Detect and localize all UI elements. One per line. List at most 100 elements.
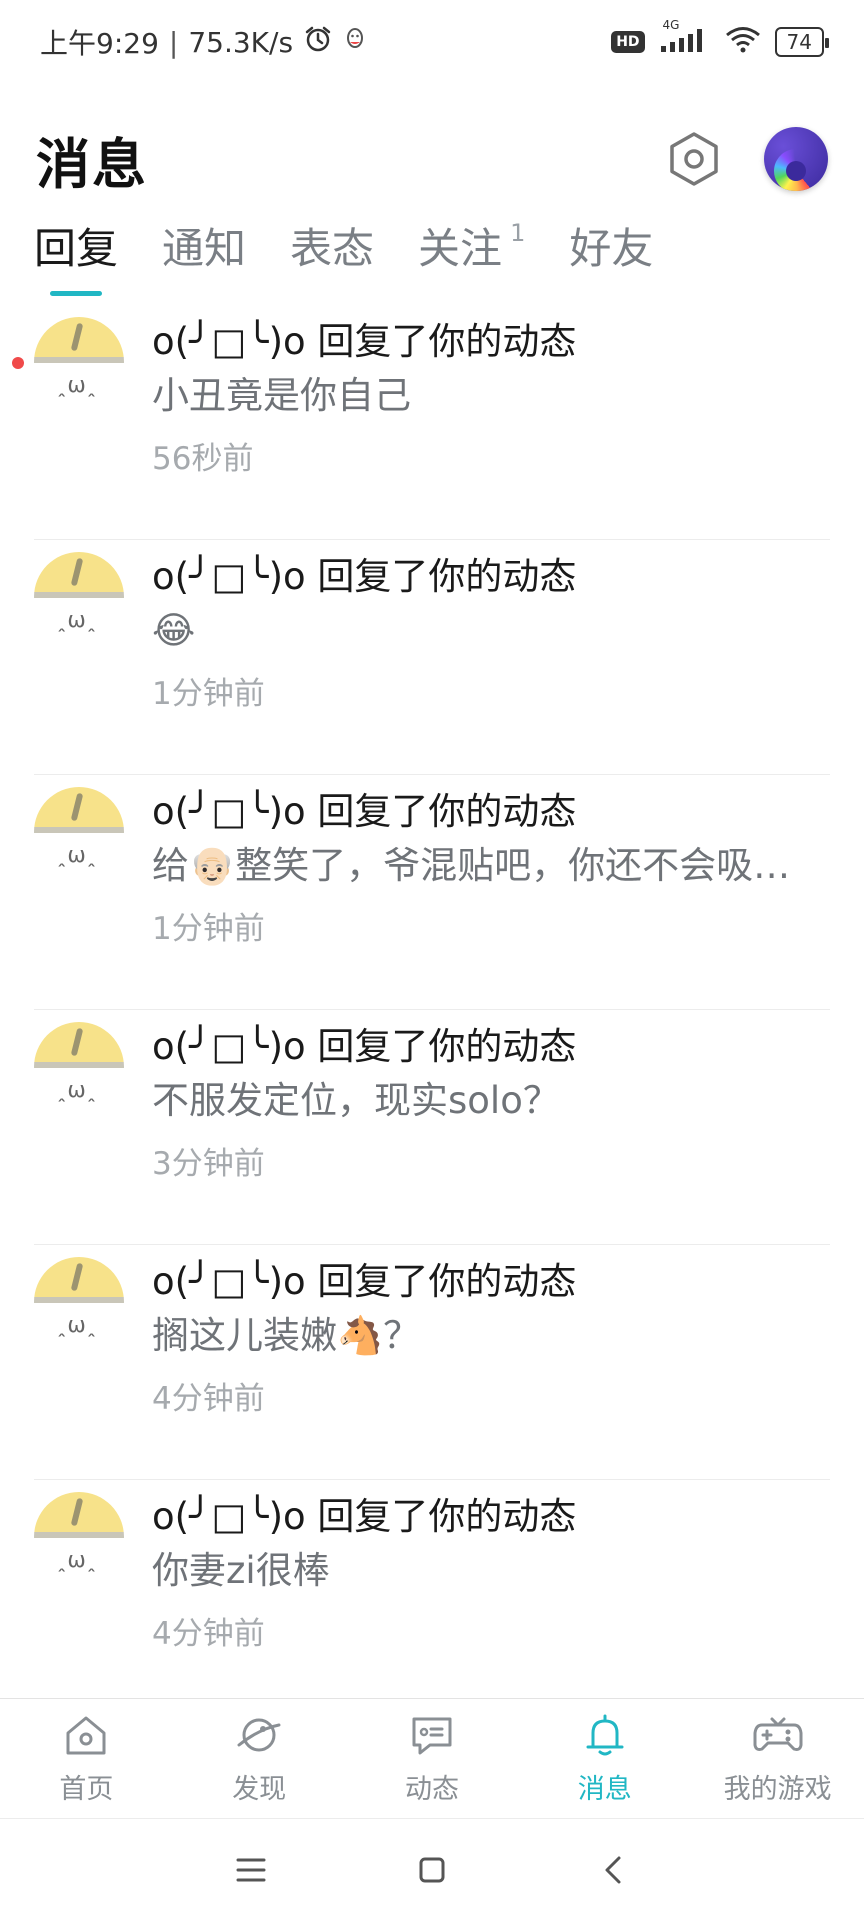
message-title: o(╯□╰)o 回复了你的动态 (152, 1495, 577, 1538)
network-type: 4G (662, 17, 680, 32)
avatar-face: ꞈωꞈ (58, 608, 98, 633)
bell-icon (586, 1714, 624, 1756)
status-right: HD 4G 74 (611, 18, 830, 61)
list-item[interactable]: ꞈωꞈ o(╯□╰)o 回复了你的动态 给👴🏻整笑了，爷混贴吧，你还不会吸… 1… (0, 775, 864, 1010)
message-body: o(╯□╰)o 回复了你的动态 你妻zi很棒 4分钟前 (152, 1480, 832, 1715)
signal-icon: 4G (659, 18, 711, 61)
tab-label: 好友 (569, 223, 654, 273)
bottom-nav: 首页 发现 动态 消息 我的游戏 (0, 1698, 864, 1818)
message-time: 1分钟前 (152, 676, 265, 712)
message-title: o(╯□╰)o 回复了你的动态 (152, 1025, 577, 1068)
message-time: 1分钟前 (152, 911, 265, 947)
message-time: 3分钟前 (152, 1146, 265, 1182)
rainbow-center (786, 161, 806, 181)
message-body: o(╯□╰)o 回复了你的动态 给👴🏻整笑了，爷混贴吧，你还不会吸… 1分钟前 (152, 775, 832, 1010)
message-content: 小丑竟是你自己 (152, 374, 411, 417)
settings-button[interactable] (664, 129, 724, 189)
nav-label: 动态 (404, 1774, 459, 1805)
message-body: o(╯□╰)o 回复了你的动态 小丑竟是你自己 56秒前 (152, 305, 832, 540)
tab-count-badge: 1 (510, 218, 526, 247)
avatar[interactable]: ꞈωꞈ (34, 787, 124, 877)
nav-discover[interactable]: 发现 (173, 1699, 346, 1818)
avatar-brim (34, 1062, 124, 1068)
message-content: 😂 (152, 609, 196, 652)
avatar-brim (34, 592, 124, 598)
list-item[interactable]: ꞈωꞈ o(╯□╰)o 回复了你的动态 搁这儿装嫩🐴？ 4分钟前 (0, 1245, 864, 1480)
wifi-icon (725, 25, 761, 60)
home-button[interactable] (408, 1846, 456, 1894)
nav-messages[interactable]: 消息 (518, 1699, 691, 1818)
avatar-cap (34, 1257, 124, 1301)
active-tab-indicator (50, 290, 102, 296)
nav-label: 发现 (232, 1774, 287, 1805)
unread-dot (12, 357, 24, 369)
list-item[interactable]: ꞈωꞈ o(╯□╰)o 回复了你的动态 不服发定位，现实solo？ 3分钟前 (0, 1010, 864, 1245)
tab-label: 通知 (162, 223, 247, 273)
avatar-face: ꞈωꞈ (58, 1078, 98, 1103)
avatar-face: ꞈωꞈ (58, 843, 98, 868)
tab-reply[interactable]: 回复 (34, 215, 119, 296)
message-list: ꞈωꞈ o(╯□╰)o 回复了你的动态 小丑竟是你自己 56秒前 ꞈωꞈ o(╯… (0, 305, 864, 1715)
tab-notice[interactable]: 通知 (162, 215, 246, 276)
nav-label: 消息 (577, 1774, 632, 1805)
message-title: o(╯□╰)o 回复了你的动态 (152, 1260, 577, 1303)
list-item[interactable]: ꞈωꞈ o(╯□╰)o 回复了你的动态 😂 1分钟前 (0, 540, 864, 775)
nav-label: 我的游戏 (723, 1774, 832, 1805)
page-title: 消息 (36, 132, 148, 196)
battery-indicator: 74 (774, 27, 830, 57)
home-icon (66, 1716, 106, 1755)
message-tabs: 回复 通知 表态 关注 1 好友 (0, 200, 864, 296)
tab-label: 关注 (418, 223, 503, 273)
avatar-face: ꞈωꞈ (58, 1548, 98, 1573)
message-content: 给👴🏻整笑了，爷混贴吧，你还不会吸… (152, 844, 791, 887)
avatar-brim (34, 1297, 124, 1303)
tab-reactions[interactable]: 表态 (290, 215, 374, 276)
message-body: o(╯□╰)o 回复了你的动态 😂 1分钟前 (152, 540, 832, 775)
tab-label: 回复 (34, 223, 119, 273)
avatar[interactable]: ꞈωꞈ (34, 1257, 124, 1347)
avatar[interactable]: ꞈωꞈ (34, 317, 124, 407)
avatar-cap (34, 552, 124, 596)
tab-friends[interactable]: 好友 (569, 215, 653, 276)
alarm-icon (303, 24, 333, 61)
avatar[interactable]: ꞈωꞈ (34, 552, 124, 642)
nav-label: 首页 (59, 1774, 114, 1805)
status-separator: | (168, 25, 179, 59)
avatar[interactable]: ꞈωꞈ (34, 1492, 124, 1582)
recents-button[interactable] (227, 1846, 275, 1894)
message-content: 不服发定位，现实solo？ (152, 1079, 560, 1122)
message-body: o(╯□╰)o 回复了你的动态 不服发定位，现实solo？ 3分钟前 (152, 1010, 832, 1245)
avatar-brim (34, 1532, 124, 1538)
list-item[interactable]: ꞈωꞈ o(╯□╰)o 回复了你的动态 小丑竟是你自己 56秒前 (0, 305, 864, 540)
message-body: o(╯□╰)o 回复了你的动态 搁这儿装嫩🐴？ 4分钟前 (152, 1245, 832, 1480)
system-nav-bar (0, 1818, 864, 1920)
tab-label: 表态 (290, 223, 375, 273)
message-content: 你妻zi很棒 (152, 1549, 330, 1592)
message-title: o(╯□╰)o 回复了你的动态 (152, 790, 577, 833)
tab-follow[interactable]: 关注 1 (418, 215, 525, 276)
message-content: 搁这儿装嫩🐴？ (152, 1314, 421, 1357)
status-left: 上午9:29 | 75.3K/s (40, 22, 367, 62)
message-title: o(╯□╰)o 回复了你的动态 (152, 320, 577, 363)
qq-icon (343, 26, 367, 59)
settings-hex-icon (670, 132, 718, 186)
user-avatar-button[interactable] (764, 127, 828, 191)
status-time: 上午9:29 (40, 27, 159, 60)
avatar-cap (34, 1022, 124, 1066)
avatar-face: ꞈωꞈ (58, 373, 98, 398)
planet-icon (237, 1718, 281, 1752)
message-time: 4分钟前 (152, 1616, 265, 1652)
avatar[interactable]: ꞈωꞈ (34, 1022, 124, 1112)
list-item[interactable]: ꞈωꞈ o(╯□╰)o 回复了你的动态 你妻zi很棒 4分钟前 (0, 1480, 864, 1715)
status-bar: 上午9:29 | 75.3K/s HD 4G 74 (0, 0, 864, 84)
avatar-cap (34, 317, 124, 361)
avatar-cap (34, 1492, 124, 1536)
nav-feed[interactable]: 动态 (346, 1699, 519, 1818)
menu-icon (236, 1858, 266, 1881)
nav-home[interactable]: 首页 (0, 1699, 173, 1818)
chat-icon (412, 1717, 452, 1755)
avatar-cap (34, 787, 124, 831)
back-button[interactable] (589, 1846, 637, 1894)
message-time: 4分钟前 (152, 1381, 265, 1417)
nav-my-games[interactable]: 我的游戏 (691, 1699, 864, 1818)
